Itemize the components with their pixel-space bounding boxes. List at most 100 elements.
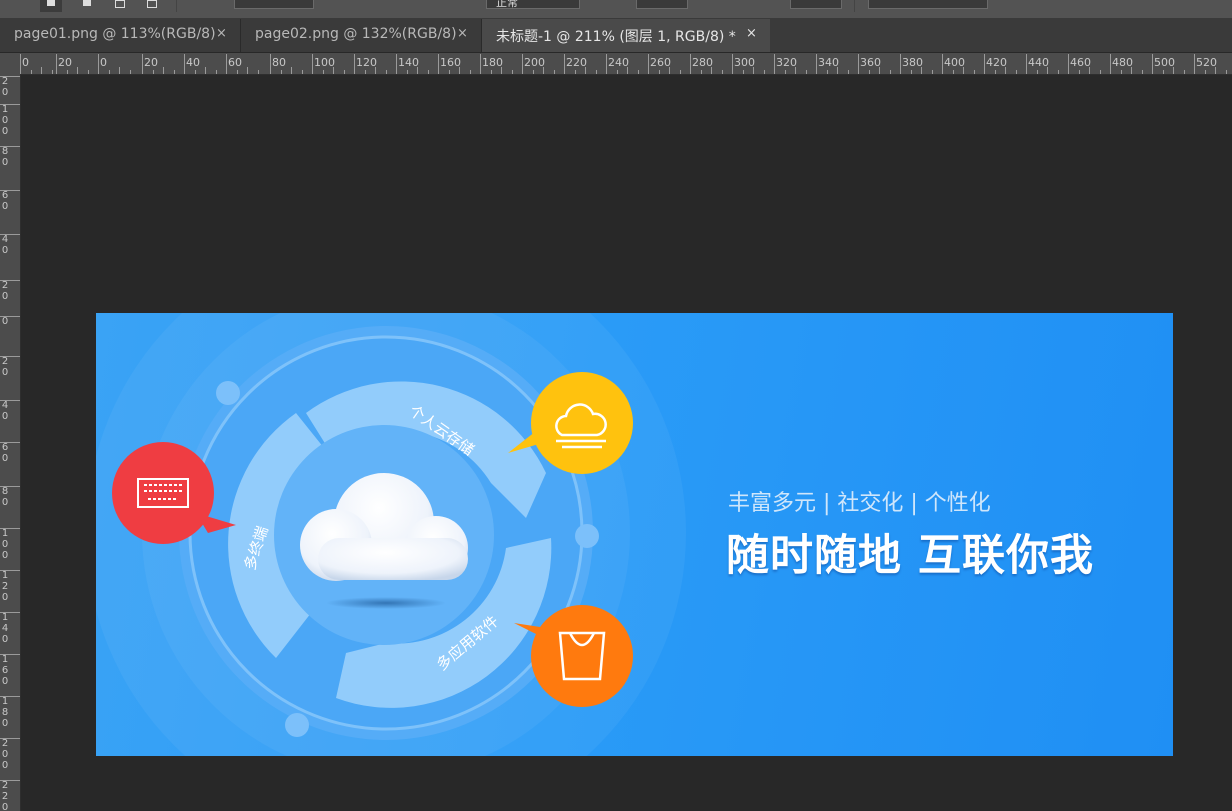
ruler-minor-tick: [257, 70, 259, 74]
subtract-selection-icon: [115, 0, 125, 8]
document-canvas[interactable]: 个人云存储 多终端 多应用软件 丰富多元 | 社交化 | 个性化 随时随地 互联…: [96, 313, 1173, 756]
ruler-minor-tick: [108, 70, 110, 74]
ruler-minor-tick: [585, 67, 586, 74]
ruler-label: 320: [776, 56, 797, 69]
ruler-minor-tick: [637, 70, 639, 74]
ruler-tick: [0, 780, 20, 781]
ruler-label: 340: [818, 56, 839, 69]
ruler-tick: [226, 54, 227, 74]
ruler-minor-tick: [1225, 70, 1227, 74]
height-input[interactable]: [790, 0, 842, 9]
ruler-label: 1 8 0: [1, 696, 9, 729]
intersect-selection-mode-button[interactable]: [140, 0, 162, 12]
ruler-label: 40: [186, 56, 200, 69]
ruler-minor-tick: [1120, 70, 1122, 74]
ruler-label: 100: [314, 56, 335, 69]
ruler-minor-tick: [1131, 67, 1132, 74]
ruler-minor-tick: [41, 67, 42, 74]
ruler-minor-tick: [669, 67, 670, 74]
ruler-tick: [0, 146, 20, 147]
ruler-minor-tick: [343, 70, 345, 74]
ruler-tick: [858, 54, 859, 74]
options-bar: 正常: [0, 0, 1232, 19]
ruler-minor-tick: [30, 70, 32, 74]
ruler-label: 200: [524, 56, 545, 69]
ruler-minor-tick: [784, 70, 786, 74]
horizontal-ruler[interactable]: 0 20 0 20 40 60 80 100 120 140 160 180 200 220 240 260 2…: [20, 53, 1232, 75]
ruler-tick: [0, 280, 20, 281]
ruler-minor-tick: [215, 70, 217, 74]
ruler-minor-tick: [721, 70, 723, 74]
ruler-tick: [522, 54, 523, 74]
ruler-label: 8 0: [1, 486, 9, 508]
tab-untitled-1[interactable]: 未标题-1 @ 211% (图层 1, RGB/8) * ×: [482, 19, 770, 52]
ruler-label: 0: [100, 56, 107, 69]
ruler-minor-tick: [385, 70, 387, 74]
ruler-minor-tick: [963, 67, 964, 74]
ruler-minor-tick: [879, 67, 880, 74]
ruler-tick: [774, 54, 775, 74]
ruler-label: 440: [1028, 56, 1049, 69]
ruler-tick: [0, 696, 20, 697]
ruler-label: 220: [566, 56, 587, 69]
ruler-minor-tick: [205, 67, 206, 74]
ruler-minor-tick: [163, 67, 164, 74]
ruler-label: 2 0: [1, 280, 9, 302]
ruler-minor-tick: [1089, 67, 1090, 74]
ring-node: [575, 524, 599, 548]
ruler-tick: [1026, 54, 1027, 74]
new-selection-icon: [47, 0, 55, 6]
width-input[interactable]: [636, 0, 688, 9]
ruler-label: 0: [1, 316, 9, 327]
close-icon[interactable]: ×: [746, 26, 757, 41]
ruler-tick: [0, 654, 20, 655]
ruler-minor-tick: [152, 70, 154, 74]
ruler-minor-tick: [1005, 67, 1006, 74]
new-selection-mode-button[interactable]: [40, 0, 62, 12]
ruler-minor-tick: [952, 70, 954, 74]
ruler-label: 6 0: [1, 442, 9, 464]
ruler-label: 380: [902, 56, 923, 69]
ruler-label: 80: [272, 56, 286, 69]
ruler-minor-tick: [1099, 70, 1101, 74]
add-selection-mode-button[interactable]: [76, 0, 98, 12]
ruler-label: 2 0: [1, 356, 9, 378]
ruler-tick: [648, 54, 649, 74]
ruler-label: 2 0 0: [1, 738, 9, 771]
ruler-minor-tick: [805, 70, 807, 74]
toolbar-divider: [176, 0, 177, 12]
select-and-mask-button[interactable]: [868, 0, 988, 9]
vertical-ruler[interactable]: 2 0 1 0 0 8 0 6 0 4 0 2 0 0 2 0 4 0 6 0 8 0 1 0 0 1 …: [0, 74, 21, 811]
ruler-tick: [0, 528, 20, 529]
ruler-label: 1 0 0: [1, 104, 9, 137]
ruler-minor-tick: [1078, 70, 1080, 74]
ruler-minor-tick: [1057, 70, 1059, 74]
ruler-minor-tick: [574, 70, 576, 74]
ruler-label: 60: [228, 56, 242, 69]
ruler-tick: [98, 54, 99, 74]
ruler-tick: [56, 54, 57, 74]
tab-page02[interactable]: page02.png @ 132%(RGB/8) ×: [241, 19, 481, 52]
close-icon[interactable]: ×: [216, 26, 227, 41]
ruler-minor-tick: [51, 70, 53, 74]
ruler-minor-tick: [301, 70, 303, 74]
ruler-tick: [564, 54, 565, 74]
ruler-label: 8 0: [1, 146, 9, 168]
feather-input[interactable]: [234, 0, 314, 9]
ruler-tick: [1152, 54, 1153, 74]
ruler-tick: [732, 54, 733, 74]
tab-page01[interactable]: page01.png @ 113%(RGB/8) ×: [0, 19, 240, 52]
close-icon[interactable]: ×: [457, 26, 468, 41]
ruler-minor-tick: [1047, 67, 1048, 74]
ruler-minor-tick: [1141, 70, 1143, 74]
ruler-minor-tick: [236, 70, 238, 74]
ruler-label: 20: [58, 56, 72, 69]
ruler-origin[interactable]: [0, 53, 21, 75]
ruler-minor-tick: [417, 67, 418, 74]
ruler-label: 0: [22, 56, 29, 69]
subtract-selection-mode-button[interactable]: [108, 0, 130, 12]
ruler-minor-tick: [1173, 67, 1174, 74]
ruler-minor-tick: [658, 70, 660, 74]
ruler-label: 280: [692, 56, 713, 69]
ruler-tick: [984, 54, 985, 74]
